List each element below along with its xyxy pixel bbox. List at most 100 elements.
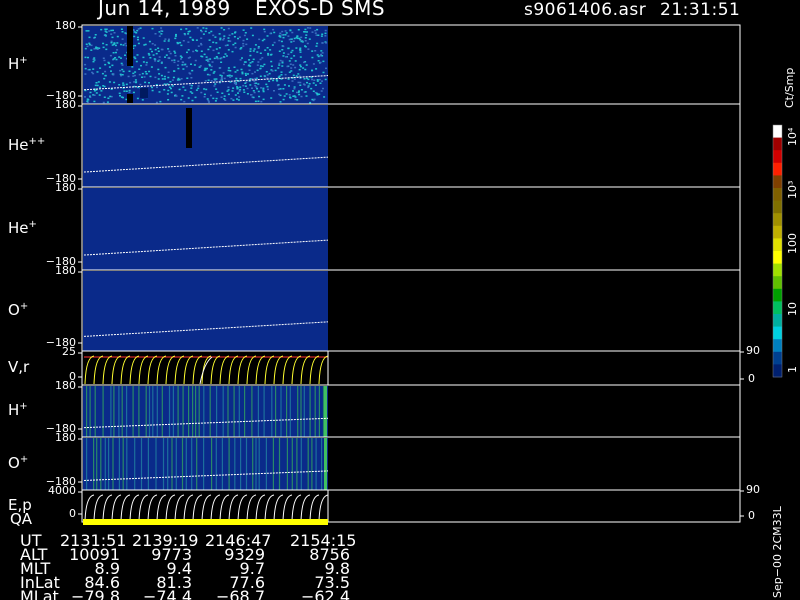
speckle	[204, 67, 207, 70]
speckle	[106, 101, 109, 103]
ytick-top-vr: 25	[62, 345, 76, 358]
speckle	[316, 54, 319, 56]
speckle	[148, 70, 151, 73]
speckle	[197, 87, 200, 90]
speckle	[227, 27, 230, 30]
speckle	[246, 38, 249, 40]
sweep-curve	[219, 355, 230, 385]
colorbar-label: 10³	[786, 180, 799, 199]
speckle	[288, 85, 290, 87]
stripe	[286, 386, 288, 437]
speckle	[222, 39, 225, 41]
speckle	[108, 30, 111, 32]
speckle	[284, 73, 287, 76]
stripe	[108, 438, 110, 490]
speckle	[120, 57, 122, 59]
speckle	[124, 42, 127, 45]
stripe	[286, 438, 288, 490]
stripe	[211, 438, 213, 490]
speckle	[100, 28, 103, 31]
edge-stripe	[324, 386, 327, 437]
speckle	[167, 99, 170, 101]
colorbar-label: 1	[786, 366, 799, 373]
speckle	[278, 62, 281, 65]
speckle	[245, 43, 248, 46]
speckle	[235, 77, 238, 80]
speckle	[251, 61, 254, 63]
speckle	[297, 29, 300, 31]
speckle	[302, 83, 305, 85]
speckle	[182, 61, 185, 64]
speckle	[223, 29, 226, 31]
colorbar-swatch	[773, 150, 782, 164]
speckle	[243, 61, 246, 63]
speckle	[137, 42, 140, 45]
speckle	[276, 84, 279, 87]
speckle	[314, 32, 317, 34]
speckle	[104, 28, 107, 30]
panel-label-h-plus-pa: H+	[8, 54, 28, 73]
speckle	[215, 48, 218, 50]
speckle	[263, 75, 266, 77]
speckle	[306, 42, 309, 45]
speckle	[257, 100, 260, 102]
speckle	[299, 56, 302, 58]
speckle	[167, 40, 170, 42]
speckle	[113, 81, 116, 84]
speckle	[90, 44, 93, 47]
speckle	[304, 91, 307, 93]
speckle	[292, 40, 295, 42]
colorbar-swatch	[773, 364, 782, 378]
speckle	[313, 79, 316, 81]
speckle	[180, 56, 183, 59]
speckle	[137, 38, 139, 41]
sweep-curve	[291, 494, 302, 522]
speckle	[172, 76, 175, 79]
stripe	[309, 386, 311, 437]
stripe	[318, 386, 320, 437]
speckle	[223, 37, 225, 40]
sweep-curve	[102, 355, 113, 385]
stripe	[181, 438, 184, 490]
speckle	[316, 79, 319, 81]
speckle	[286, 65, 289, 68]
speckle	[170, 91, 173, 94]
speckle	[160, 27, 163, 29]
speckle	[154, 33, 157, 35]
speckle	[120, 62, 123, 65]
panel-label-o-plus-pa: O+	[8, 300, 29, 319]
speckle	[267, 54, 270, 56]
speckle	[186, 77, 189, 79]
colorbar-swatch	[773, 162, 782, 176]
speckle	[149, 48, 152, 50]
speckle	[120, 43, 122, 46]
speckle	[226, 75, 229, 77]
speckle	[298, 90, 300, 92]
speckle	[141, 76, 143, 78]
speckle	[268, 72, 271, 75]
speckle	[299, 64, 302, 66]
speckle	[227, 93, 230, 96]
speckle	[148, 82, 150, 84]
speckle	[306, 27, 309, 29]
speckle	[110, 40, 113, 43]
speckle	[96, 48, 99, 50]
speckle	[251, 72, 254, 75]
speckle	[307, 85, 310, 87]
speckle	[287, 78, 290, 80]
speckle	[204, 30, 207, 33]
speckle	[292, 90, 294, 92]
speckle	[263, 30, 266, 33]
speckle	[111, 64, 114, 67]
speckle	[174, 52, 177, 54]
colorbar-swatch	[773, 301, 782, 315]
speckle	[93, 36, 96, 39]
stripe	[195, 386, 197, 437]
ytick-top-h-plus-2: 180	[55, 379, 76, 392]
speckle	[261, 39, 264, 42]
gap-block	[127, 94, 133, 103]
speckle	[167, 89, 170, 92]
speckle	[86, 45, 89, 48]
speckle	[190, 87, 193, 89]
stripe	[303, 386, 305, 437]
